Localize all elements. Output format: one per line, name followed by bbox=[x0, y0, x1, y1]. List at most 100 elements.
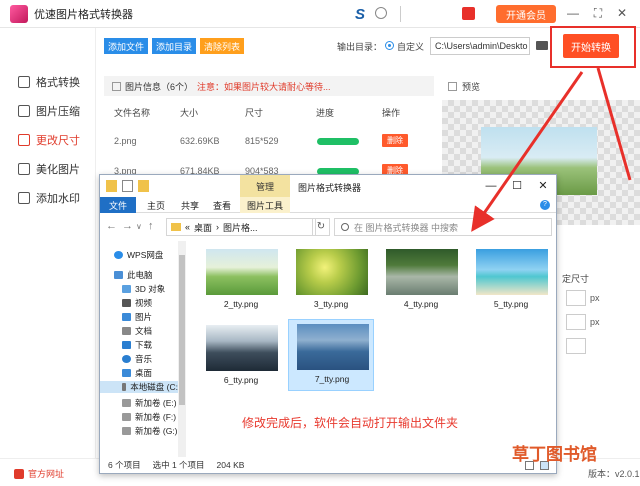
close-icon[interactable]: ✕ bbox=[536, 179, 550, 193]
nav-label: 新加卷 (F:) bbox=[135, 412, 177, 422]
delete-button[interactable]: 删除 bbox=[382, 134, 408, 147]
desktop-icon bbox=[122, 369, 131, 377]
vip-button[interactable]: 开通会员 bbox=[496, 5, 556, 23]
site-link[interactable]: 官方网址 bbox=[14, 467, 64, 480]
file-tile-selected[interactable]: 7_tty.png bbox=[288, 319, 374, 391]
k-logo-icon[interactable] bbox=[462, 7, 475, 20]
close-icon[interactable]: ✕ bbox=[614, 5, 630, 21]
nav-item-music[interactable]: 音乐 bbox=[122, 353, 152, 365]
sidebar-item-label: 添加水印 bbox=[36, 193, 80, 205]
address-seg[interactable]: 图片格... bbox=[223, 221, 258, 234]
folder-icon bbox=[171, 223, 181, 231]
nav-item-drive-c[interactable]: 本地磁盘 (C: bbox=[100, 381, 178, 393]
address-seg[interactable]: 桌面 bbox=[194, 221, 212, 234]
row-size: 632.69KB bbox=[180, 136, 220, 146]
sidebar-item-watermark[interactable]: 添加水印 bbox=[18, 190, 80, 206]
manage-tab[interactable]: 管理 bbox=[240, 175, 290, 197]
nav-item-wps[interactable]: WPS网盘 bbox=[114, 249, 163, 261]
nav-item-downloads[interactable]: 下载 bbox=[122, 339, 152, 351]
download-icon bbox=[122, 341, 131, 349]
search-input[interactable]: 在 图片格式转换器 中搜索 bbox=[334, 218, 552, 236]
option-input[interactable] bbox=[566, 338, 586, 354]
nav-item-pc[interactable]: 此电脑 bbox=[114, 269, 153, 281]
new-folder-icon[interactable] bbox=[138, 180, 149, 192]
maximize-icon[interactable]: ☐ bbox=[510, 179, 524, 193]
nav-label: 3D 对象 bbox=[135, 284, 166, 294]
thumbnail bbox=[296, 249, 368, 295]
tab-share[interactable]: 共享 bbox=[174, 197, 206, 213]
sidebar-item-format[interactable]: 格式转换 bbox=[18, 74, 80, 90]
minimize-icon[interactable]: — bbox=[565, 5, 581, 21]
file-tile[interactable]: 5_tty.png bbox=[468, 245, 554, 313]
home-icon bbox=[14, 468, 24, 479]
minimize-icon[interactable]: — bbox=[484, 179, 498, 193]
file-name: 6_tty.png bbox=[223, 375, 259, 385]
file-tile[interactable]: 6_tty.png bbox=[198, 321, 284, 389]
add-file-button[interactable]: 添加文件 bbox=[104, 38, 149, 54]
help-icon[interactable]: ? bbox=[540, 200, 550, 210]
nav-label: 文档 bbox=[135, 326, 153, 336]
computer-icon bbox=[114, 271, 123, 279]
nav-label: 新加卷 (G:) bbox=[135, 426, 178, 436]
properties-icon[interactable] bbox=[122, 180, 133, 192]
nav-label: WPS网盘 bbox=[127, 250, 164, 260]
nav-scroll-thumb[interactable] bbox=[179, 255, 185, 405]
file-name: 7_tty.png bbox=[314, 374, 350, 384]
tab-picture-tools[interactable]: 图片工具 bbox=[240, 197, 290, 213]
clear-list-button[interactable]: 清除列表 bbox=[200, 38, 245, 54]
custom-radio[interactable] bbox=[385, 41, 394, 50]
file-tile[interactable]: 2_tty.png bbox=[198, 245, 284, 313]
sidebar-item-compress[interactable]: 图片压缩 bbox=[18, 103, 80, 119]
progress-bar bbox=[317, 138, 359, 145]
picture-icon bbox=[122, 313, 131, 321]
maximize-icon[interactable]: ⛶ bbox=[590, 5, 606, 21]
refresh-icon[interactable]: ↻ bbox=[312, 218, 330, 236]
col-size: 大小 bbox=[180, 108, 199, 118]
nav-item-video[interactable]: 视频 bbox=[122, 297, 152, 309]
address-bar[interactable]: « 桌面 › 图片格... bbox=[166, 218, 316, 236]
cube-icon bbox=[122, 285, 131, 293]
document-icon bbox=[122, 327, 131, 335]
thumbnail bbox=[206, 249, 278, 295]
sidebar bbox=[0, 28, 96, 458]
output-path-field[interactable]: C:\Users\admin\Deskto bbox=[430, 37, 530, 55]
height-input[interactable] bbox=[566, 314, 586, 330]
file-tile[interactable]: 4_tty.png bbox=[378, 245, 464, 313]
nav-item-docs[interactable]: 文档 bbox=[122, 325, 152, 337]
compress-icon bbox=[18, 105, 30, 117]
file-name: 2_tty.png bbox=[223, 299, 259, 309]
add-dir-button[interactable]: 添加目录 bbox=[152, 38, 197, 54]
sidebar-item-resize[interactable]: 更改尺寸 bbox=[18, 132, 80, 148]
recent-icon[interactable]: ∨ bbox=[136, 222, 142, 231]
nav-item-desktop[interactable]: 桌面 bbox=[122, 367, 152, 379]
nav-label: 本地磁盘 (C: bbox=[130, 382, 178, 392]
file-count: 图片信息（6个） bbox=[125, 81, 194, 92]
nav-item-drive-e[interactable]: 新加卷 (E:) bbox=[122, 397, 177, 409]
sidebar-item-label: 格式转换 bbox=[36, 77, 80, 89]
size-label: 定尺寸 bbox=[562, 274, 590, 284]
nav-item-drive-g[interactable]: 新加卷 (G:) bbox=[122, 425, 178, 437]
forward-icon[interactable]: → bbox=[122, 220, 133, 232]
file-scrollbar[interactable] bbox=[548, 241, 556, 457]
output-dir-label: 输出目录： bbox=[337, 42, 383, 52]
width-input[interactable] bbox=[566, 290, 586, 306]
app-title: 优速图片格式转换器 bbox=[34, 8, 133, 21]
nav-item-3d[interactable]: 3D 对象 bbox=[122, 283, 165, 295]
tab-file[interactable]: 文件 bbox=[100, 197, 136, 213]
nav-label: 下载 bbox=[135, 340, 153, 350]
nav-label: 桌面 bbox=[135, 368, 153, 378]
file-tile[interactable]: 3_tty.png bbox=[288, 245, 374, 313]
tab-view[interactable]: 查看 bbox=[206, 197, 238, 213]
col-name: 文件名称 bbox=[114, 108, 151, 118]
sidebar-item-beautify[interactable]: 美化图片 bbox=[18, 161, 80, 177]
up-icon[interactable]: ↑ bbox=[148, 220, 154, 232]
tab-home[interactable]: 主页 bbox=[140, 197, 172, 213]
vip-button-label: 开通会员 bbox=[506, 10, 546, 22]
nav-item-pictures[interactable]: 图片 bbox=[122, 311, 152, 323]
user-icon[interactable] bbox=[375, 7, 387, 19]
cloud-icon bbox=[114, 251, 123, 259]
back-icon[interactable]: ← bbox=[106, 220, 117, 232]
folder-icon bbox=[106, 180, 117, 192]
nav-item-drive-f[interactable]: 新加卷 (F:) bbox=[122, 411, 176, 423]
folder-icon[interactable] bbox=[536, 41, 548, 50]
